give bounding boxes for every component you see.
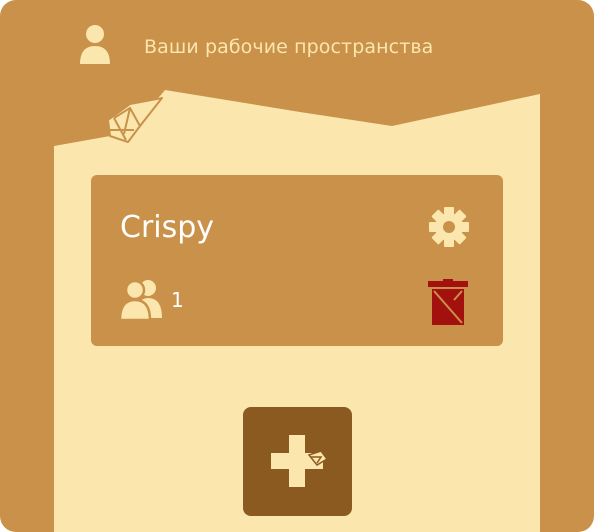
workspace-name[interactable]: Crispy: [120, 209, 214, 247]
gear-icon[interactable]: [425, 203, 473, 251]
users-icon: [118, 279, 162, 320]
workspace-card[interactable]: Crispy 1: [91, 175, 503, 346]
user-icon: [80, 25, 110, 64]
plus-icon: [271, 435, 329, 487]
crumpled-paper-icon: [107, 97, 163, 143]
workspaces-screen: Ваши рабочие пространства Crispy 1: [0, 0, 594, 532]
add-workspace-button[interactable]: [243, 407, 352, 516]
members-count: 1: [171, 288, 184, 312]
page-title: Ваши рабочие пространства: [144, 36, 434, 58]
header: Ваши рабочие пространства: [0, 0, 594, 92]
trash-icon[interactable]: [428, 279, 468, 325]
